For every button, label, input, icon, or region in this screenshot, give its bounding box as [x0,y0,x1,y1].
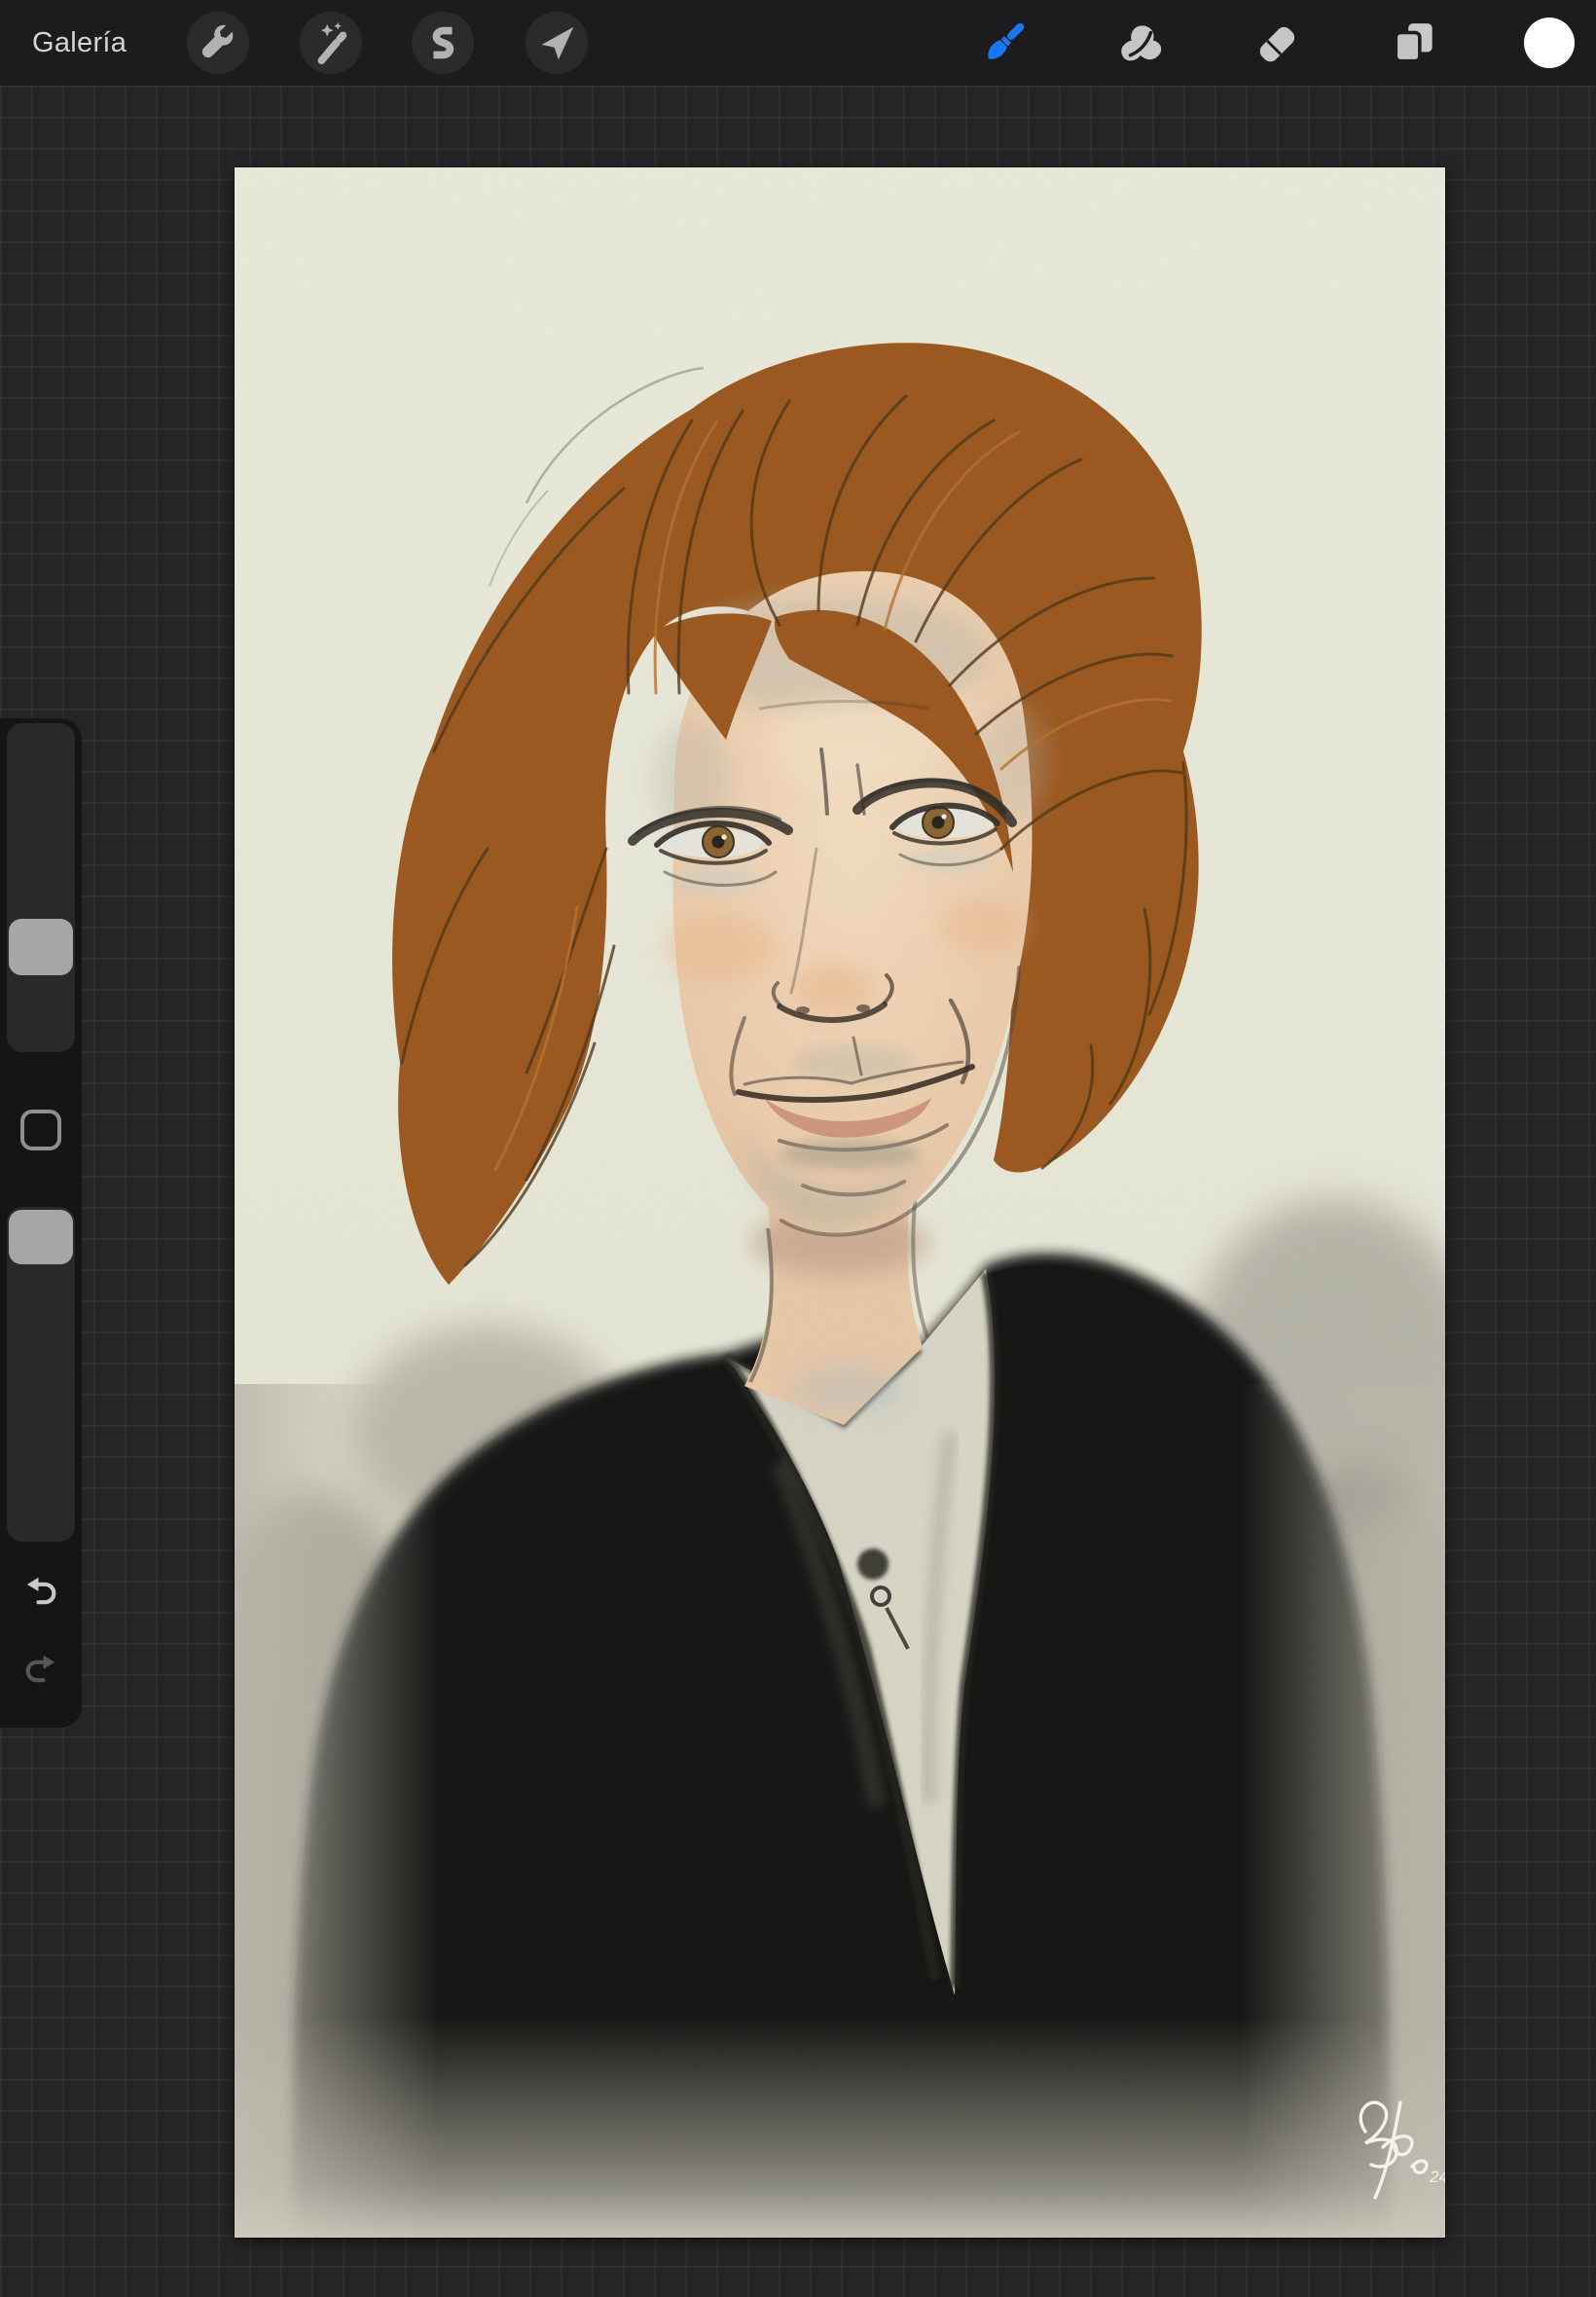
brush-size-slider[interactable] [7,723,75,1052]
selection-button[interactable] [412,12,474,74]
canvas[interactable]: 24 [235,167,1445,2238]
brush-icon [977,16,1032,70]
paper-grain [235,167,1445,2238]
transform-button[interactable] [526,12,588,74]
layers-button[interactable] [1387,16,1441,70]
magic-wand-icon [308,20,353,65]
portrait-artwork: 24 [235,167,1445,2238]
top-toolbar: Galería [0,0,1596,86]
eraser-icon [1250,16,1304,70]
color-swatch-circle [1522,16,1577,70]
paint-tool-button[interactable] [977,16,1032,70]
wrench-icon [196,20,240,65]
brush-size-handle[interactable] [9,919,73,975]
undo-button[interactable] [19,1567,62,1610]
sidebar-tool-panel [0,718,82,1728]
adjustments-button[interactable] [300,12,362,74]
color-button[interactable] [1522,16,1577,70]
redo-button[interactable] [19,1645,62,1688]
gallery-button[interactable]: Galería [32,0,127,86]
opacity-slider[interactable] [7,1207,75,1542]
smudge-tool-button[interactable] [1113,16,1168,70]
erase-tool-button[interactable] [1250,16,1304,70]
modify-button[interactable] [20,1110,61,1150]
transform-arrow-icon [534,20,579,65]
selection-s-icon [420,20,465,65]
layers-icon [1387,16,1441,70]
actions-button[interactable] [187,12,249,74]
procreate-workspace: Galería [0,0,1596,2297]
opacity-handle[interactable] [9,1210,73,1264]
smudge-finger-icon [1113,16,1168,70]
redo-icon [21,1647,60,1686]
undo-icon [21,1569,60,1608]
